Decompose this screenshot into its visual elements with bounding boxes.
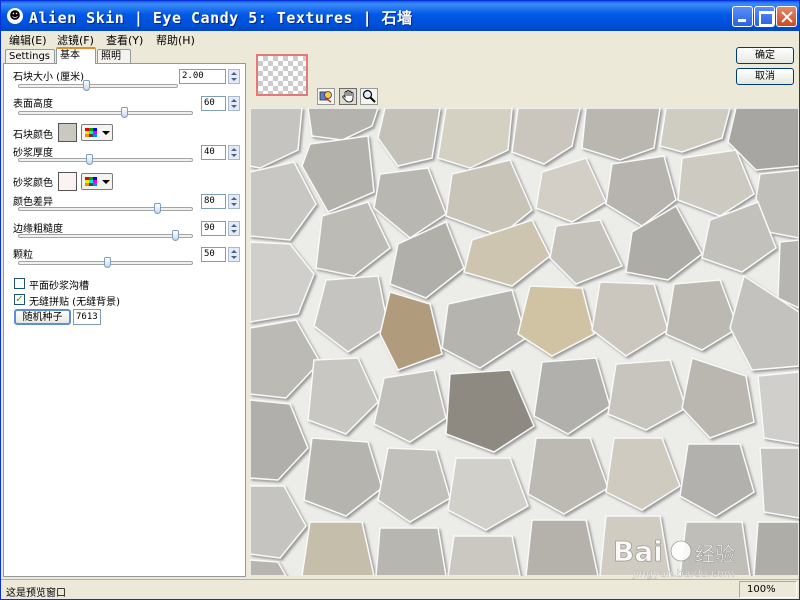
ok-button[interactable]: 确定 <box>736 47 794 64</box>
title-bar[interactable]: ☻ Alien Skin | Eye Candy 5: Textures | 石… <box>1 1 799 31</box>
color-variation-input[interactable]: 80 <box>201 194 226 209</box>
spin-down-icon <box>231 230 237 233</box>
surface-height-track[interactable] <box>18 111 193 115</box>
magnifier-icon <box>362 89 376 103</box>
spin-down-icon <box>231 78 237 81</box>
zoom-level: 100% <box>747 584 776 595</box>
surface-height-input[interactable]: 60 <box>201 96 226 111</box>
edge-roughness-input[interactable]: 90 <box>201 221 226 236</box>
spin-down-icon <box>231 105 237 108</box>
grout-thickness-slider[interactable] <box>86 154 93 165</box>
grout-thickness-label: 砂浆厚度 <box>13 148 53 159</box>
stone-size-slider[interactable] <box>83 80 90 91</box>
surface-height-spinner[interactable] <box>228 96 240 111</box>
color-variation-label: 颜色差异 <box>13 197 53 208</box>
svg-text:Bai: Bai <box>613 535 663 568</box>
menu-help[interactable]: 帮助(H) <box>156 32 195 48</box>
svg-text:经验: 经验 <box>695 542 735 566</box>
settings-panel: Settings 基本 照明 石块大小 (厘米) 2.00 表面高度 60 石块… <box>2 47 247 577</box>
hand-tool-button[interactable] <box>339 88 357 105</box>
maximize-button[interactable] <box>754 6 775 27</box>
stone-size-input[interactable]: 2.00 <box>179 69 226 84</box>
zoom-tool-button[interactable] <box>360 88 378 105</box>
edge-roughness-spinner[interactable] <box>228 221 240 236</box>
baidu-watermark: Bai 经验 jingyan.baidu.com <box>613 531 773 581</box>
stone-size-spinner[interactable] <box>228 69 240 84</box>
flat-grout-checkbox[interactable] <box>14 278 25 289</box>
stone-size-label: 石块大小 (厘米) <box>13 72 84 83</box>
zoom-indicator: 100% <box>739 581 797 598</box>
spin-up-icon <box>231 72 237 75</box>
spin-down-icon <box>231 256 237 259</box>
tab-basic[interactable]: 基本 <box>56 47 96 64</box>
grout-color-picker-button[interactable] <box>81 173 113 190</box>
spin-up-icon <box>231 250 237 253</box>
baidu-logo: Bai 经验 jingyan.baidu.com <box>613 535 736 581</box>
edge-roughness-slider[interactable] <box>172 230 179 241</box>
spin-up-icon <box>231 224 237 227</box>
surface-height-slider[interactable] <box>121 107 128 118</box>
grain-input[interactable]: 50 <box>201 247 226 262</box>
spin-up-icon <box>231 99 237 102</box>
grout-thickness-track[interactable] <box>18 158 193 162</box>
palette-icon <box>85 177 97 186</box>
surface-height-label: 表面高度 <box>13 99 53 110</box>
menu-edit[interactable]: 编辑(E) <box>9 32 47 48</box>
seamless-checkbox[interactable]: ✓ <box>14 294 25 305</box>
alien-skin-icon: ☻ <box>7 8 23 24</box>
stone-color-picker-button[interactable] <box>81 124 113 141</box>
minimize-button[interactable] <box>732 6 753 27</box>
grain-spinner[interactable] <box>228 247 240 262</box>
random-seed-button[interactable]: 随机种子 <box>14 309 71 325</box>
spin-up-icon <box>231 197 237 200</box>
app-window: ☻ Alien Skin | Eye Candy 5: Textures | 石… <box>0 0 800 600</box>
edge-roughness-label: 边缘粗糙度 <box>13 224 63 235</box>
seamless-label: 无缝拼贴 (无缝背景) <box>29 297 120 308</box>
flat-grout-label: 平面砂浆沟槽 <box>29 281 89 292</box>
grout-color-label: 砂浆颜色 <box>13 178 53 189</box>
hand-icon <box>342 90 354 103</box>
status-text: 这是预览窗口 <box>6 588 66 599</box>
grain-label: 颗粒 <box>13 250 33 261</box>
status-bar: 这是预览窗口 100% <box>1 579 799 599</box>
color-variation-slider[interactable] <box>154 203 161 214</box>
window-title: Alien Skin | Eye Candy 5: Textures | 石墙 <box>29 9 413 27</box>
spin-down-icon <box>231 154 237 157</box>
chevron-down-icon <box>102 131 110 135</box>
color-variation-spinner[interactable] <box>228 194 240 209</box>
spin-down-icon <box>231 203 237 206</box>
grout-thickness-input[interactable]: 40 <box>201 145 226 160</box>
stone-color-label: 石块颜色 <box>13 130 53 141</box>
stone-size-track[interactable] <box>18 84 178 88</box>
menu-bar: 编辑(E) 滤镜(F) 查看(Y) 帮助(H) <box>1 31 799 47</box>
cancel-button[interactable]: 取消 <box>736 68 794 85</box>
preview-mode-button[interactable] <box>317 88 335 105</box>
palette-icon <box>85 128 97 137</box>
thumbnail-navigator[interactable] <box>256 54 308 96</box>
seed-input[interactable]: 7613 <box>73 309 101 325</box>
preview-toggle-icon <box>319 91 332 103</box>
grain-slider[interactable] <box>104 257 111 268</box>
close-button[interactable] <box>776 6 797 27</box>
edge-roughness-track[interactable] <box>18 234 193 238</box>
basic-tab-body: 石块大小 (厘米) 2.00 表面高度 60 石块颜色 砂浆厚度 40 砂浆颜色… <box>3 63 246 577</box>
stone-color-swatch[interactable] <box>58 123 77 142</box>
stone-wall-texture <box>250 108 799 576</box>
preview-canvas[interactable] <box>250 108 799 576</box>
chevron-down-icon <box>102 180 110 184</box>
spin-up-icon <box>231 148 237 151</box>
menu-view[interactable]: 查看(Y) <box>106 32 143 48</box>
color-variation-track[interactable] <box>18 207 193 211</box>
grout-thickness-spinner[interactable] <box>228 145 240 160</box>
grout-color-swatch[interactable] <box>58 172 77 191</box>
menu-filter[interactable]: 滤镜(F) <box>57 32 94 48</box>
